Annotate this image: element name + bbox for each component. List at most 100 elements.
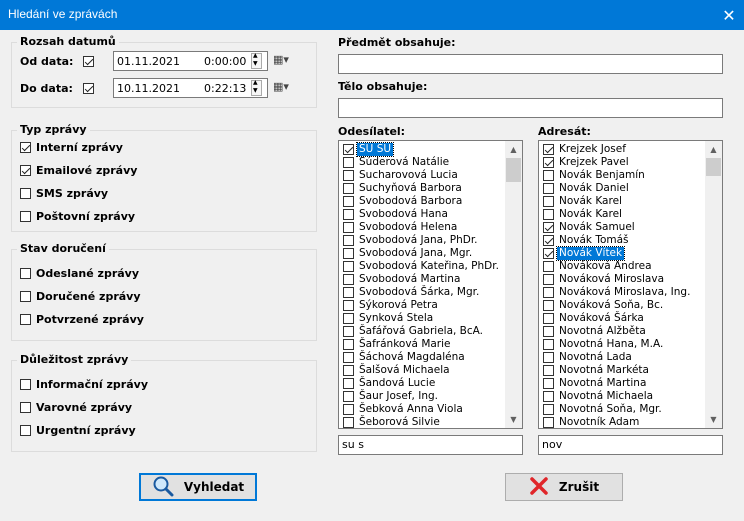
importance-checkbox[interactable] — [20, 402, 31, 413]
sender-item-checkbox[interactable] — [343, 222, 354, 233]
importance-checkbox[interactable] — [20, 379, 31, 390]
recipient-list[interactable]: Novotník Adam Novotná Soňa, Mgr. Novotná M… — [538, 140, 723, 429]
recipient-item-checkbox[interactable] — [543, 274, 554, 285]
recipient-item-checkbox[interactable] — [543, 313, 554, 324]
cancel-button-label: Zrušit — [558, 480, 600, 494]
from-calendar-icon[interactable]: ▦▾ — [273, 53, 297, 67]
from-time-value: 0:00:00 — [204, 55, 247, 68]
sender-item-checkbox[interactable] — [343, 196, 354, 207]
recipient-item-checkbox[interactable] — [543, 144, 554, 155]
sender-item-checkbox[interactable] — [343, 248, 354, 259]
message_type-checkbox[interactable] — [20, 188, 31, 199]
recipient-item-checkbox[interactable] — [543, 391, 554, 402]
from-date-value: 01.11.2021 — [117, 55, 180, 68]
search-button[interactable]: Vyhledat — [139, 473, 257, 501]
sender-item-name: Šáchová Magdaléna — [359, 351, 465, 363]
recipient-filter-input[interactable]: nov — [538, 435, 723, 455]
recipient-item-checkbox[interactable] — [543, 326, 554, 337]
subject-input[interactable] — [338, 54, 723, 74]
scroll-up-icon[interactable]: ▲ — [505, 141, 522, 158]
from-date-checkbox[interactable] — [83, 56, 94, 67]
sender-item-checkbox[interactable] — [343, 378, 354, 389]
recipient-item-checkbox[interactable] — [543, 183, 554, 194]
message_type-checkbox[interactable] — [20, 142, 31, 153]
body-input[interactable] — [338, 98, 723, 118]
recipient-item-name: Nováková Miroslava, Ing. — [559, 286, 691, 298]
recipient-item-checkbox[interactable] — [543, 235, 554, 246]
sender-item-checkbox[interactable] — [343, 261, 354, 272]
recipient-item-name: Novotná Markéta — [559, 364, 649, 376]
recipient-item-checkbox[interactable] — [543, 248, 554, 259]
sender-item-checkbox[interactable] — [343, 235, 354, 246]
importance-checkbox[interactable] — [20, 425, 31, 436]
delivery-state-label: Stav doručení — [17, 242, 109, 255]
to-date-value: 10.11.2021 — [117, 82, 180, 95]
recipient-item-checkbox[interactable] — [543, 261, 554, 272]
sender-item-checkbox[interactable] — [343, 365, 354, 376]
sender-scroll-thumb[interactable] — [506, 158, 521, 182]
to-date-checkbox[interactable] — [83, 83, 94, 94]
from-date-picker[interactable]: 01.11.2021 0:00:00 — [113, 51, 268, 71]
sender-item-checkbox[interactable] — [343, 326, 354, 337]
recipient-item-checkbox[interactable] — [543, 222, 554, 233]
sender-list[interactable]: Šeborová Silvie Šebková Anna Viola Šaur Jo… — [338, 140, 523, 429]
sender-item-checkbox[interactable] — [343, 144, 354, 155]
sender-item-checkbox[interactable] — [343, 287, 354, 298]
recipient-label: Adresát: — [538, 125, 591, 138]
cancel-button[interactable]: Zrušit — [505, 473, 623, 501]
recipient-item-name: Novák Karel — [559, 195, 622, 207]
sender-item-name: Suchyňová Barbora — [359, 182, 462, 194]
recipient-item-checkbox[interactable] — [543, 287, 554, 298]
sender-item-checkbox[interactable] — [343, 313, 354, 324]
sender-item-name: Šalšová Michaela — [359, 364, 450, 376]
delivery_state-option-label: Doručené zprávy — [36, 290, 141, 303]
recipient-item-checkbox[interactable] — [543, 339, 554, 350]
sender-item-checkbox[interactable] — [343, 157, 354, 168]
scroll-down-icon[interactable]: ▼ — [705, 411, 722, 428]
message_type-checkbox[interactable] — [20, 211, 31, 222]
sender-item-checkbox[interactable] — [343, 404, 354, 415]
search-button-label: Vyhledat — [183, 480, 245, 494]
sender-item-checkbox[interactable] — [343, 170, 354, 181]
to-time-spinner[interactable] — [251, 79, 262, 96]
sender-item-checkbox[interactable] — [343, 339, 354, 350]
message_type-option-label: SMS zprávy — [36, 187, 109, 200]
delivery_state-checkbox[interactable] — [20, 268, 31, 279]
from-time-spinner[interactable] — [251, 52, 262, 69]
recipient-scroll-thumb[interactable] — [706, 158, 721, 176]
sender-item-checkbox[interactable] — [343, 352, 354, 363]
sender-item-name: Svobodová Šárka, Mgr. — [359, 286, 480, 298]
recipient-item-checkbox[interactable] — [543, 209, 554, 220]
close-icon[interactable]: ✕ — [714, 0, 744, 30]
sender-item-checkbox[interactable] — [343, 183, 354, 194]
recipient-item-name: Krejzek Pavel — [559, 156, 629, 168]
recipient-item-checkbox[interactable] — [543, 378, 554, 389]
recipient-item-name: Novák Samuel — [559, 221, 635, 233]
to-calendar-icon[interactable]: ▦▾ — [273, 80, 297, 94]
recipient-item-name: Nováková Šárka — [559, 312, 644, 324]
sender-item-name: Svobodová Jana, Mgr. — [359, 247, 473, 259]
sender-item-checkbox[interactable] — [343, 274, 354, 285]
recipient-item-checkbox[interactable] — [543, 352, 554, 363]
recipient-item-checkbox[interactable] — [543, 196, 554, 207]
message_type-checkbox[interactable] — [20, 165, 31, 176]
importance-label: Důležitost zprávy — [17, 353, 132, 366]
recipient-scrollbar[interactable]: ▲ ▼ — [705, 141, 722, 428]
scroll-up-icon[interactable]: ▲ — [705, 141, 722, 158]
recipient-item-checkbox[interactable] — [543, 417, 554, 428]
recipient-item-checkbox[interactable] — [543, 300, 554, 311]
sender-scrollbar[interactable]: ▲ ▼ — [505, 141, 522, 428]
recipient-item-checkbox[interactable] — [543, 157, 554, 168]
sender-filter-input[interactable]: su s — [338, 435, 523, 455]
recipient-item-checkbox[interactable] — [543, 365, 554, 376]
sender-item-checkbox[interactable] — [343, 417, 354, 428]
recipient-item-checkbox[interactable] — [543, 404, 554, 415]
delivery_state-checkbox[interactable] — [20, 314, 31, 325]
recipient-item-checkbox[interactable] — [543, 170, 554, 181]
sender-item-checkbox[interactable] — [343, 391, 354, 402]
sender-item-checkbox[interactable] — [343, 209, 354, 220]
scroll-down-icon[interactable]: ▼ — [505, 411, 522, 428]
delivery_state-checkbox[interactable] — [20, 291, 31, 302]
sender-item-checkbox[interactable] — [343, 300, 354, 311]
to-date-picker[interactable]: 10.11.2021 0:22:13 — [113, 78, 268, 98]
